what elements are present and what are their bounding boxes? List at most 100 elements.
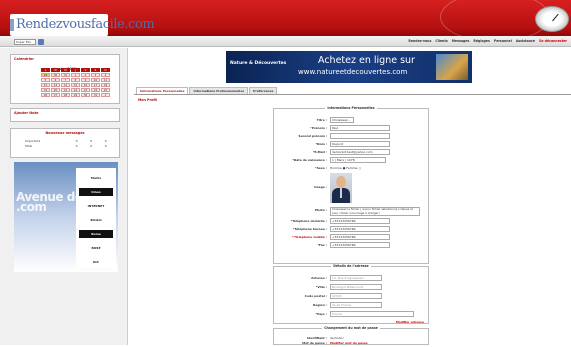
calendar-date[interactable]: 12 [41, 83, 50, 87]
input-field[interactable]: Paul [330, 125, 390, 131]
calendar-date[interactable]: 7 [61, 78, 70, 82]
go-button[interactable] [38, 39, 44, 45]
calendar-date[interactable]: 14 [61, 83, 70, 87]
calendar-date[interactable]: 2 [81, 73, 90, 77]
calendar-date[interactable]: 17 [91, 83, 100, 87]
sidebar-advertisement[interactable]: Avenue de Club .com Marks Cineo INTERNET Br… [14, 162, 118, 272]
calendar-date[interactable]: 11 [101, 78, 110, 82]
nav-link[interactable]: Personnel [494, 39, 512, 43]
nav-link[interactable]: Réglages [473, 39, 489, 43]
message-count[interactable]: 0 [84, 143, 99, 148]
calendar-date[interactable]: 28 [61, 93, 70, 97]
tab-1[interactable]: Informations Professionnelles [189, 87, 249, 94]
change-password-link[interactable]: Modifier mot de passe [330, 341, 368, 345]
ad-brand-logo[interactable]: KIA [79, 258, 113, 266]
address-input[interactable]: 14, Rue d'Aguesseau [330, 275, 382, 281]
calendar-date[interactable]: 30 [51, 73, 60, 77]
calendar-date[interactable]: 4 [101, 73, 110, 77]
input-field[interactable]: Choisissez... [330, 117, 354, 123]
input-field[interactable]: 1 | Mars | 1978 [330, 157, 386, 163]
calendar-date[interactable]: 16 [81, 83, 90, 87]
message-count[interactable]: 0 [69, 143, 84, 148]
nav-link[interactable]: Messages [452, 39, 470, 43]
tab-2[interactable]: Préférences [249, 87, 278, 94]
calendar-date[interactable]: 5 [41, 78, 50, 82]
main-content: Nature & Découvertes Achetez en ligne su… [134, 48, 571, 345]
field-label: Second prénom : [298, 134, 327, 138]
tab-0[interactable]: Informations Personnelles [136, 87, 189, 94]
calendar-date[interactable]: 6 [51, 78, 60, 82]
ad-brand-logo[interactable]: BOSE [79, 244, 113, 252]
field-label: *Ville : [315, 285, 327, 289]
form-row: Photo : Choisissez le fichier | aucun fic… [274, 207, 430, 216]
form-row: *Téléphone bureau : +33123456789 [274, 226, 430, 233]
note-panel: Ajouter Note [10, 108, 120, 122]
calendar-date[interactable]: 31 [61, 73, 70, 77]
calendar-date[interactable]: 8 [71, 78, 80, 82]
calendar-date[interactable]: 31 [91, 93, 100, 97]
form-row: Image : [274, 173, 430, 203]
calendar-date[interactable]: 1 [101, 93, 110, 97]
modify-address-link[interactable]: Modifier adresse [396, 320, 424, 324]
messages-table: Important 0 0 0 Total 0 0 0 [23, 138, 113, 148]
calendar-date[interactable]: 21 [61, 88, 70, 92]
ad-brand-logo[interactable]: INTERNET [79, 202, 113, 210]
field-label: Photo : [314, 208, 327, 212]
calendar-date[interactable]: 15 [71, 83, 80, 87]
input-field[interactable]: +33123456789 [330, 234, 390, 240]
address-input[interactable]: Ile de France [330, 302, 382, 308]
calendar-date[interactable]: 13 [51, 83, 60, 87]
ad-brand-logo[interactable]: Rome [79, 230, 113, 238]
input-field[interactable]: demonkit-test@yahoo.com [330, 149, 390, 155]
input-field[interactable] [330, 133, 390, 139]
calendar-date[interactable]: 20 [51, 88, 60, 92]
form-row: *Téléphone domicile : +33123456789 [274, 218, 430, 225]
nav-link[interactable]: Clients [435, 39, 447, 43]
site-logo[interactable]: Rendezvousfacile.com [10, 14, 155, 36]
address-input[interactable]: France [330, 311, 414, 317]
calendar-date[interactable]: 29 [71, 93, 80, 97]
calendar-date[interactable]: 26 [41, 93, 50, 97]
ad-brand-list: Marks Cineo INTERNET Bristol Rome BOSE KIA [76, 168, 116, 268]
field-label: *Sexe : [315, 166, 327, 170]
nav-link[interactable]: Assistance [516, 39, 535, 43]
input-field[interactable]: +33123456789 [330, 226, 390, 232]
calendar-date[interactable]: 10 [91, 78, 100, 82]
input-field[interactable]: Dupont [330, 141, 390, 147]
gender-radio-group[interactable]: Homme ● Femme ○ [330, 166, 361, 170]
form-row: Second prénom : [274, 133, 430, 140]
calendar-date[interactable]: 19 [41, 88, 50, 92]
calendar-date[interactable]: 23 [81, 88, 90, 92]
input-field[interactable]: +33123456789 [330, 242, 390, 248]
nav-link[interactable]: Se déconnecter [539, 39, 567, 43]
calendar-title: Calendrier [14, 57, 34, 61]
banner-ad[interactable]: Nature & Découvertes Achetez en ligne su… [226, 51, 472, 83]
calendar-date[interactable]: 9 [81, 78, 90, 82]
user-select[interactable]: Super Fan [14, 39, 36, 45]
calendar-date[interactable]: 22 [71, 88, 80, 92]
message-count[interactable]: 0 [98, 143, 113, 148]
calendar-panel: Calendrier Janvier 2009 LMMJVSD293031123… [10, 54, 120, 104]
calendar-day-header: M [61, 68, 70, 72]
calendar-date[interactable]: 3 [91, 73, 100, 77]
address-input[interactable]: 92100 [330, 293, 382, 299]
nav-link[interactable]: Rendez-vous [408, 39, 431, 43]
add-note-link[interactable]: Ajouter Note [11, 109, 119, 117]
calendar-date[interactable]: 30 [81, 93, 90, 97]
banner-url: www.natureetdecouvertes.com [298, 68, 408, 76]
calendar-date[interactable]: 27 [51, 93, 60, 97]
ad-brand-logo[interactable]: Bristol [79, 216, 113, 224]
calendar-date[interactable]: 25 [101, 88, 110, 92]
calendar-date[interactable]: 29 [41, 73, 50, 77]
photo-upload-field[interactable]: Choisissez le fichier | aucun fichier sé… [330, 207, 420, 216]
calendar-date[interactable]: 1 [71, 73, 80, 77]
address-input[interactable]: Boulogne Billancourt [330, 284, 382, 290]
calendar-day-header: J [71, 68, 80, 72]
ad-brand-logo[interactable]: Cineo [79, 188, 113, 196]
field-label: *Date de naissance : [292, 158, 327, 162]
calendar-date[interactable]: 24 [91, 88, 100, 92]
field-label: *Prénom : [310, 126, 327, 130]
input-field[interactable]: +33123456789 [330, 218, 390, 224]
calendar-date[interactable]: 18 [101, 83, 110, 87]
ad-brand-logo[interactable]: Marks [79, 174, 113, 182]
